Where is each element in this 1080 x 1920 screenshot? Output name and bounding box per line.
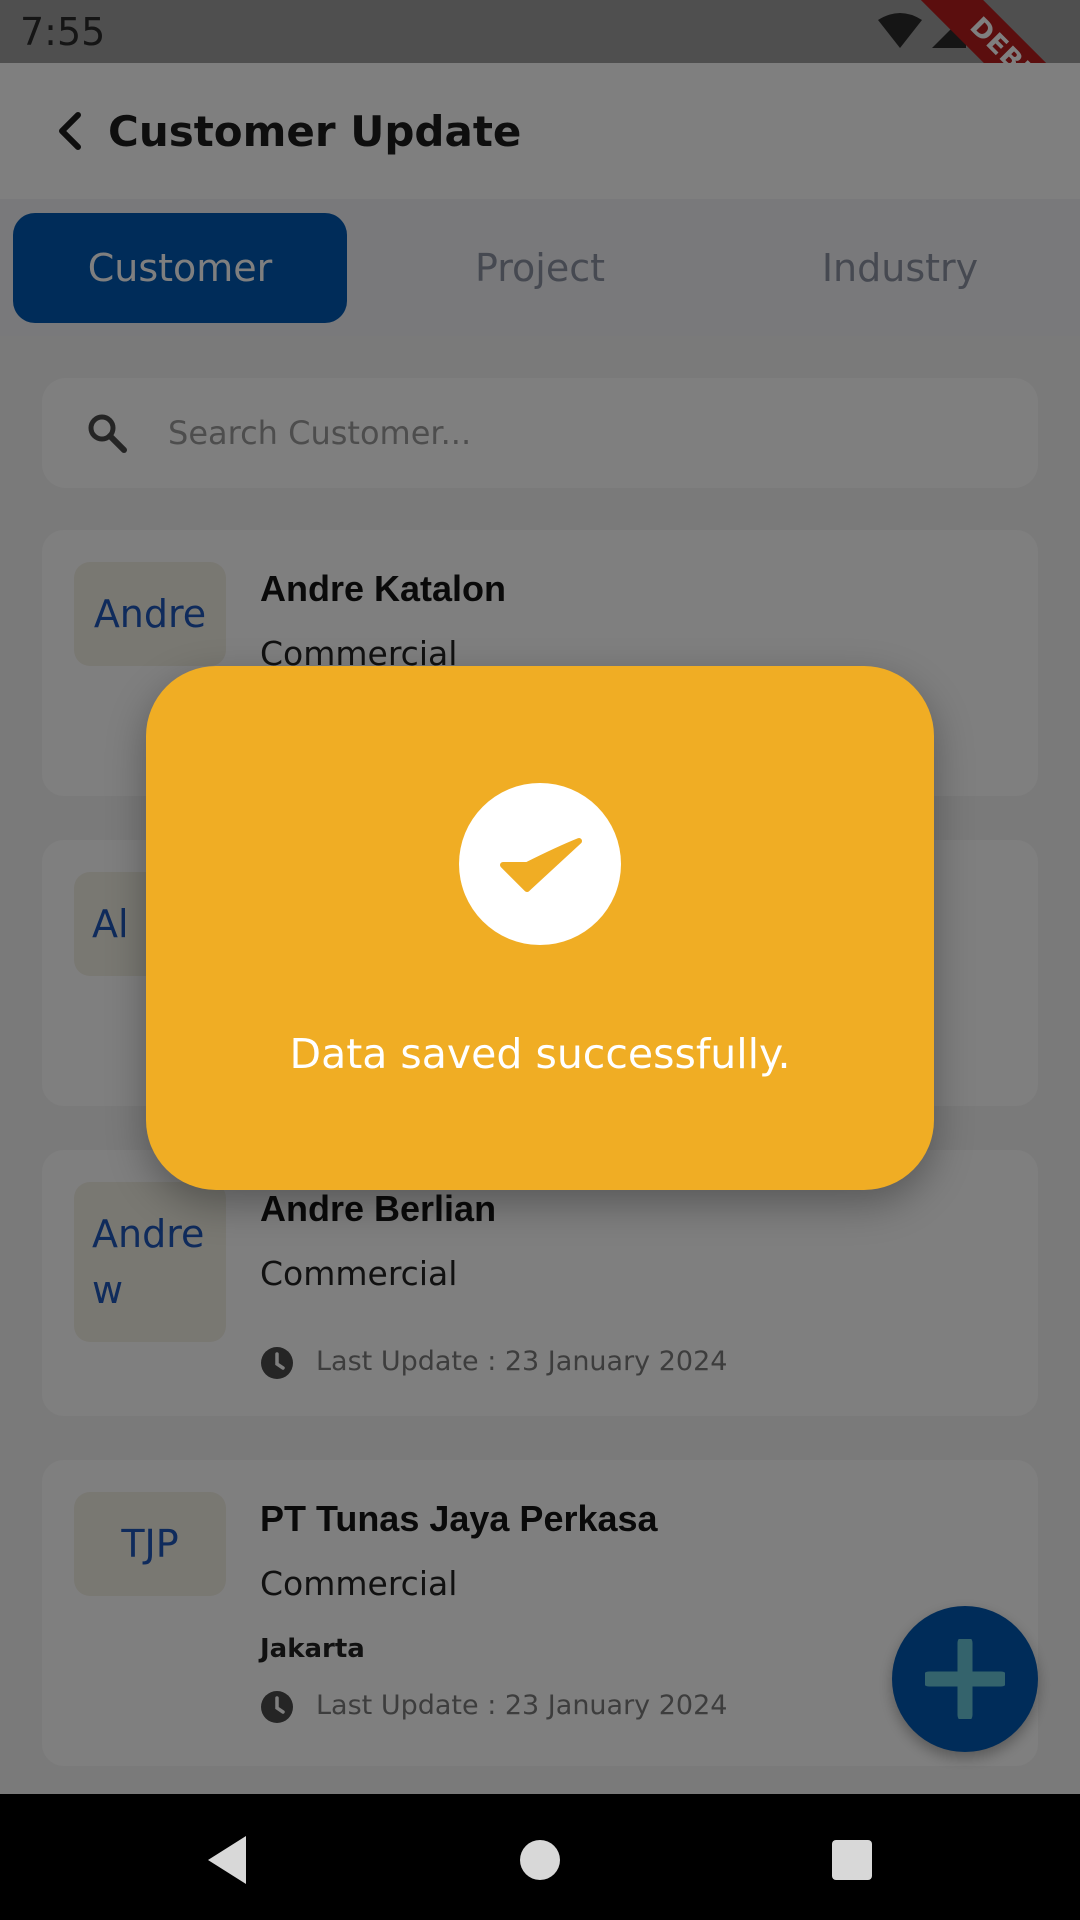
nav-home-icon[interactable] bbox=[510, 1830, 570, 1890]
nav-back-icon[interactable] bbox=[198, 1830, 258, 1890]
nav-recents-icon[interactable] bbox=[822, 1830, 882, 1890]
success-badge bbox=[459, 783, 621, 945]
dialog-message: Data saved successfully. bbox=[289, 1030, 791, 1078]
success-dialog: Data saved successfully. bbox=[146, 666, 934, 1190]
check-icon bbox=[500, 838, 582, 892]
system-nav-bar bbox=[0, 1794, 1080, 1920]
